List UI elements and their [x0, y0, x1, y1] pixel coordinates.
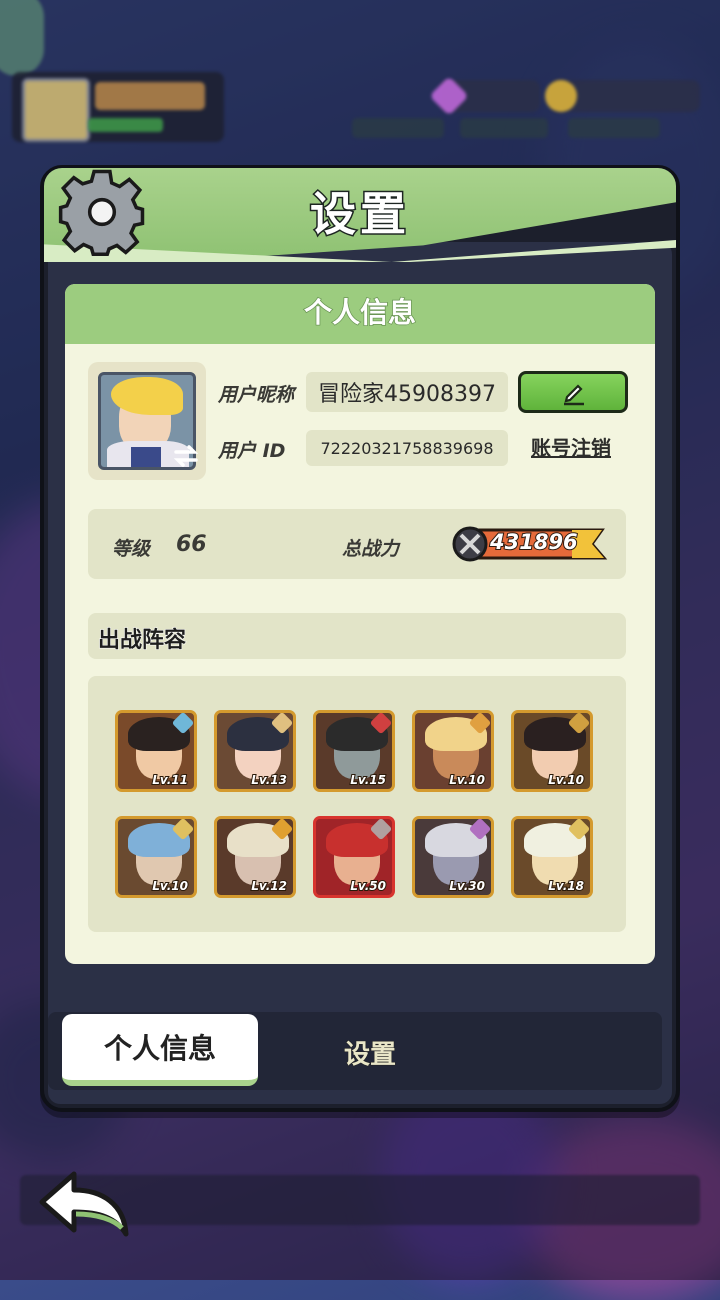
hero-level: Lv.10: [547, 772, 585, 788]
back-arrow-icon[interactable]: [36, 1168, 132, 1242]
account-deletion-link[interactable]: 账号注销: [520, 432, 622, 461]
hero-level: Lv.10: [448, 772, 486, 788]
hero-level: Lv.11: [151, 772, 189, 788]
hero-card[interactable]: Lv.12: [214, 816, 296, 898]
nickname-value: 冒险家45908397: [318, 382, 496, 407]
hero-card[interactable]: Lv.10: [115, 816, 197, 898]
hero-card[interactable]: Lv.18: [511, 816, 593, 898]
page-title: 设置: [309, 186, 410, 243]
swap-icon[interactable]: [172, 444, 200, 468]
coin-icon: [545, 80, 577, 112]
hud-resource-2: [460, 118, 548, 138]
hero-level: Lv.12: [250, 878, 288, 894]
tab-settings[interactable]: 设置: [300, 1026, 440, 1078]
hud-resource-3: [568, 118, 660, 138]
tab-settings-label: 设置: [343, 1039, 396, 1070]
hud-leaf-button: [0, 0, 44, 76]
nickname-field: 冒险家45908397: [306, 372, 508, 412]
hero-level: Lv.15: [349, 772, 387, 788]
team-title: 出战阵容: [97, 628, 187, 654]
hero-card[interactable]: Lv.13: [214, 710, 296, 792]
gear-icon: [58, 169, 145, 256]
hero-level: Lv.10: [151, 878, 189, 894]
hero-level: Lv.18: [547, 878, 585, 894]
hero-card[interactable]: Lv.50: [313, 816, 395, 898]
hero-card[interactable]: Lv.10: [511, 710, 593, 792]
edit-nickname-button[interactable]: [518, 371, 628, 413]
hud-avatar: [22, 78, 90, 142]
hero-level: Lv.50: [349, 878, 387, 894]
level-value: 66: [176, 532, 207, 557]
hud-resource-1: [352, 118, 444, 138]
hud-xp-bar: [88, 118, 163, 132]
hero-card[interactable]: Lv.15: [313, 710, 395, 792]
level-label: 等级: [112, 538, 151, 560]
tab-personal-info[interactable]: 个人信息: [62, 1014, 258, 1086]
nickname-label: 用户昵称: [218, 384, 295, 406]
section-title: 个人信息: [65, 284, 655, 344]
user-id-field: 72220321758839698: [306, 430, 508, 466]
hero-card[interactable]: Lv.30: [412, 816, 494, 898]
hero-card[interactable]: Lv.11: [115, 710, 197, 792]
tab-personal-info-label: 个人信息: [103, 1032, 216, 1065]
power-value: 431896: [489, 529, 579, 555]
power-label: 总战力: [342, 538, 400, 560]
hero-level: Lv.13: [250, 772, 288, 788]
hero-level: Lv.30: [448, 878, 486, 894]
hero-card[interactable]: Lv.10: [412, 710, 494, 792]
user-id-label: 用户 ID: [218, 440, 286, 462]
user-id-value: 72220321758839698: [320, 438, 494, 458]
hud-name-bar: [95, 82, 205, 110]
pencil-icon: [564, 384, 584, 406]
